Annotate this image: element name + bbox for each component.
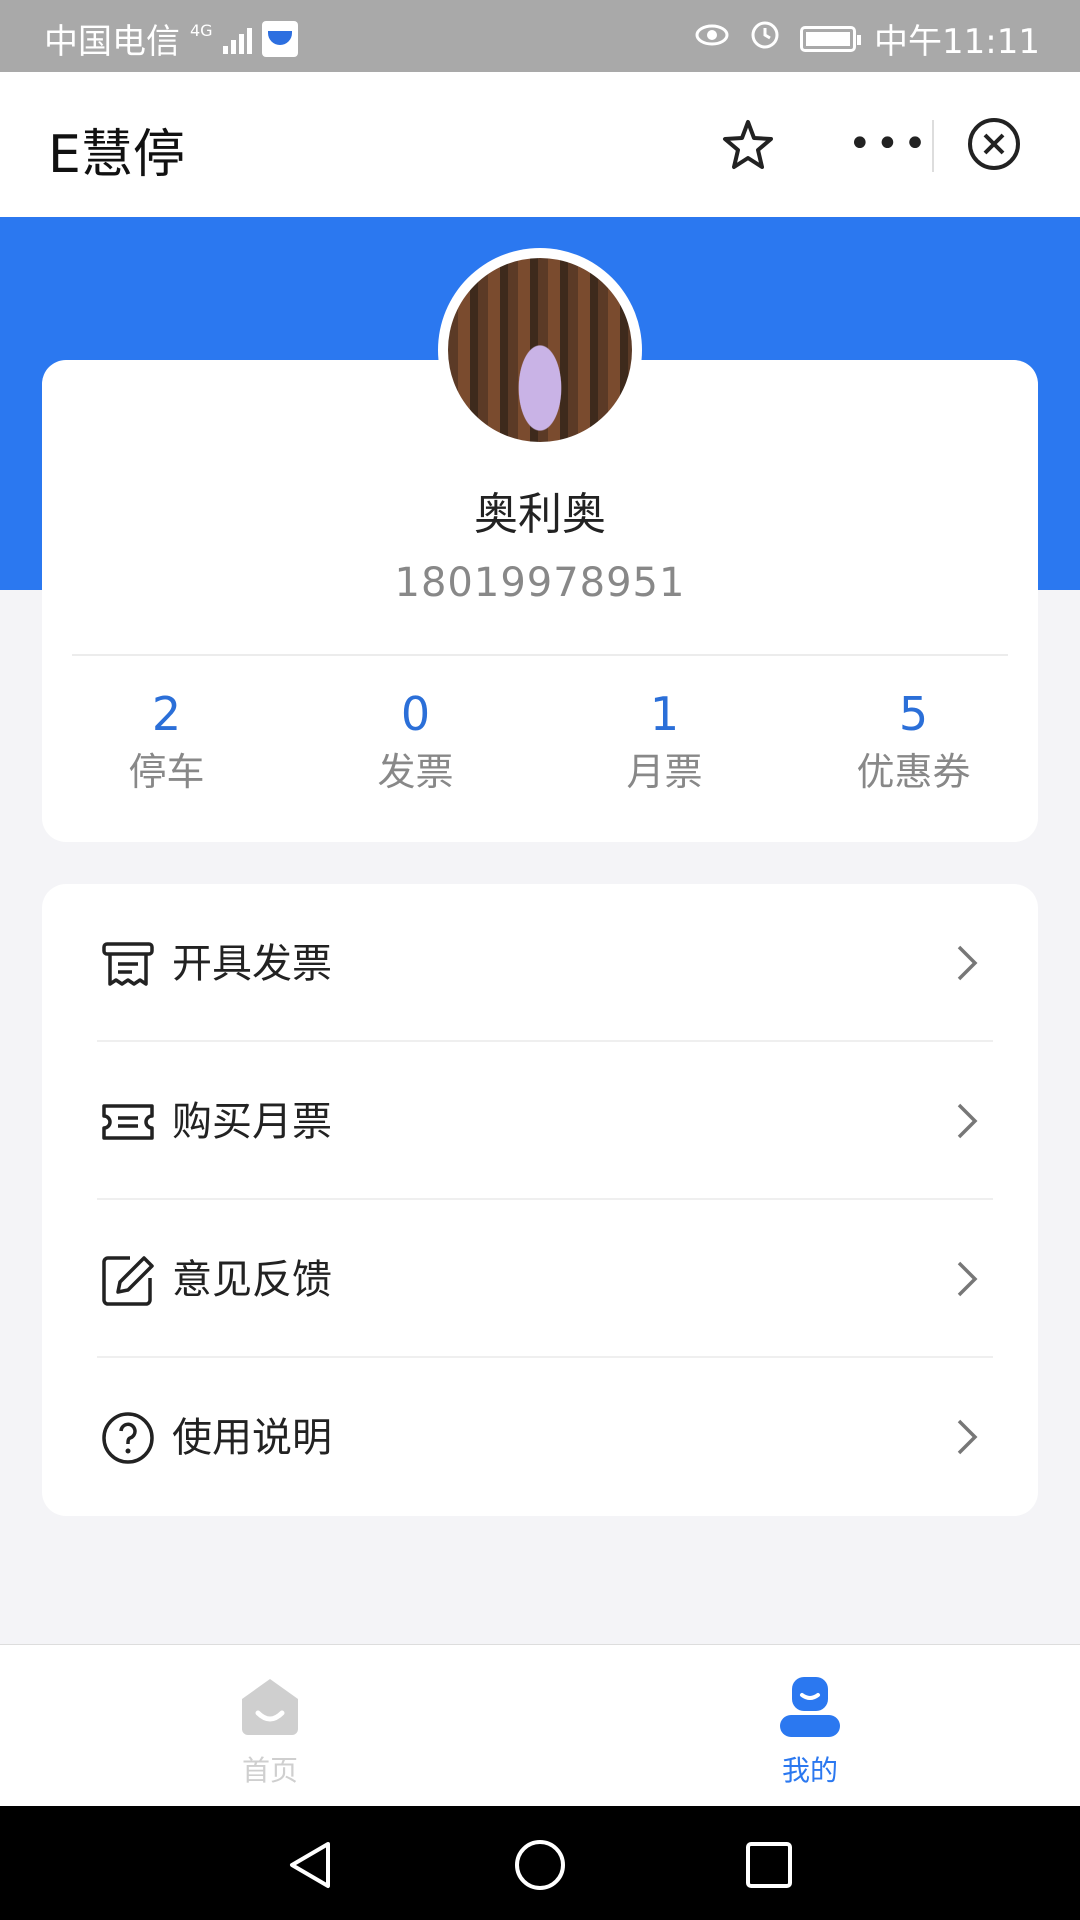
time-label: 中午11:11 (874, 22, 1040, 62)
eye-icon (694, 19, 730, 59)
menu-item-invoice[interactable]: 开具发票 (42, 884, 1038, 1042)
invoice-icon (100, 936, 156, 992)
stat-label: 停车 (128, 750, 205, 794)
status-bar: 中国电信 4G 中午11:11 (0, 0, 1080, 72)
app-notification-icon (261, 20, 298, 57)
menu-item-instructions[interactable]: 使用说明 (42, 1358, 1038, 1516)
stat-value: 1 (649, 687, 680, 741)
card-divider (72, 654, 1008, 656)
tab-bar: 首页 我的 (0, 1644, 1080, 1807)
stat-invoice[interactable]: 0 发票 (291, 686, 540, 806)
stat-coupon[interactable]: 5 优惠券 (789, 686, 1038, 806)
home-circle-icon[interactable] (513, 1838, 567, 1892)
menu-item-feedback[interactable]: 意见反馈 (42, 1200, 1038, 1358)
chevron-right-icon (956, 1418, 978, 1456)
stat-monthly-ticket[interactable]: 1 月票 (540, 686, 789, 806)
chevron-right-icon (956, 944, 978, 982)
user-name: 奥利奥 (474, 489, 606, 540)
nav-bar: E慧停 ••• (0, 72, 1080, 217)
avatar-photo (448, 258, 632, 442)
chevron-right-icon (956, 1102, 978, 1140)
alarm-icon (748, 17, 782, 60)
user-icon (776, 1673, 844, 1741)
stat-label: 优惠券 (856, 750, 971, 794)
avatar[interactable] (438, 248, 642, 452)
back-icon[interactable] (284, 1838, 338, 1892)
page-title: E慧停 (48, 125, 185, 185)
star-icon[interactable] (718, 116, 778, 176)
more-button[interactable]: ••• (848, 124, 931, 164)
stat-value: 5 (898, 687, 929, 741)
stat-label: 月票 (626, 750, 703, 794)
stat-label: 发票 (377, 750, 454, 794)
menu-item-label: 购买月票 (172, 1099, 332, 1145)
tab-home[interactable]: 首页 (0, 1645, 540, 1807)
menu-item-label: 使用说明 (172, 1415, 332, 1461)
tab-label: 我的 (781, 1754, 838, 1787)
home-icon (236, 1673, 304, 1741)
carrier-label: 中国电信 (44, 22, 180, 62)
menu-item-label: 意见反馈 (172, 1257, 332, 1303)
battery-icon (800, 25, 862, 52)
signal-icon (222, 24, 252, 54)
stat-value: 2 (151, 687, 182, 741)
edit-icon (100, 1252, 156, 1308)
system-nav-bar (0, 1806, 1080, 1920)
menu-item-label: 开具发票 (172, 941, 332, 987)
tab-mine[interactable]: 我的 (540, 1645, 1080, 1807)
stat-parking[interactable]: 2 停车 (42, 686, 291, 806)
stat-value: 0 (400, 687, 431, 741)
menu-item-buy-monthly[interactable]: 购买月票 (42, 1042, 1038, 1200)
tab-label: 首页 (241, 1754, 298, 1787)
ticket-icon (100, 1094, 156, 1150)
chevron-right-icon (956, 1260, 978, 1298)
close-icon[interactable] (966, 116, 1022, 172)
user-phone: 18019978951 (394, 560, 686, 606)
network-label: 4G (190, 21, 213, 40)
stats-row: 2 停车 0 发票 1 月票 5 优惠券 (42, 686, 1038, 806)
menu-card: 开具发票 购买月票 意见反馈 使用说明 (42, 884, 1038, 1516)
nav-divider (932, 120, 934, 172)
recents-icon[interactable] (742, 1838, 796, 1892)
help-icon (100, 1410, 156, 1466)
